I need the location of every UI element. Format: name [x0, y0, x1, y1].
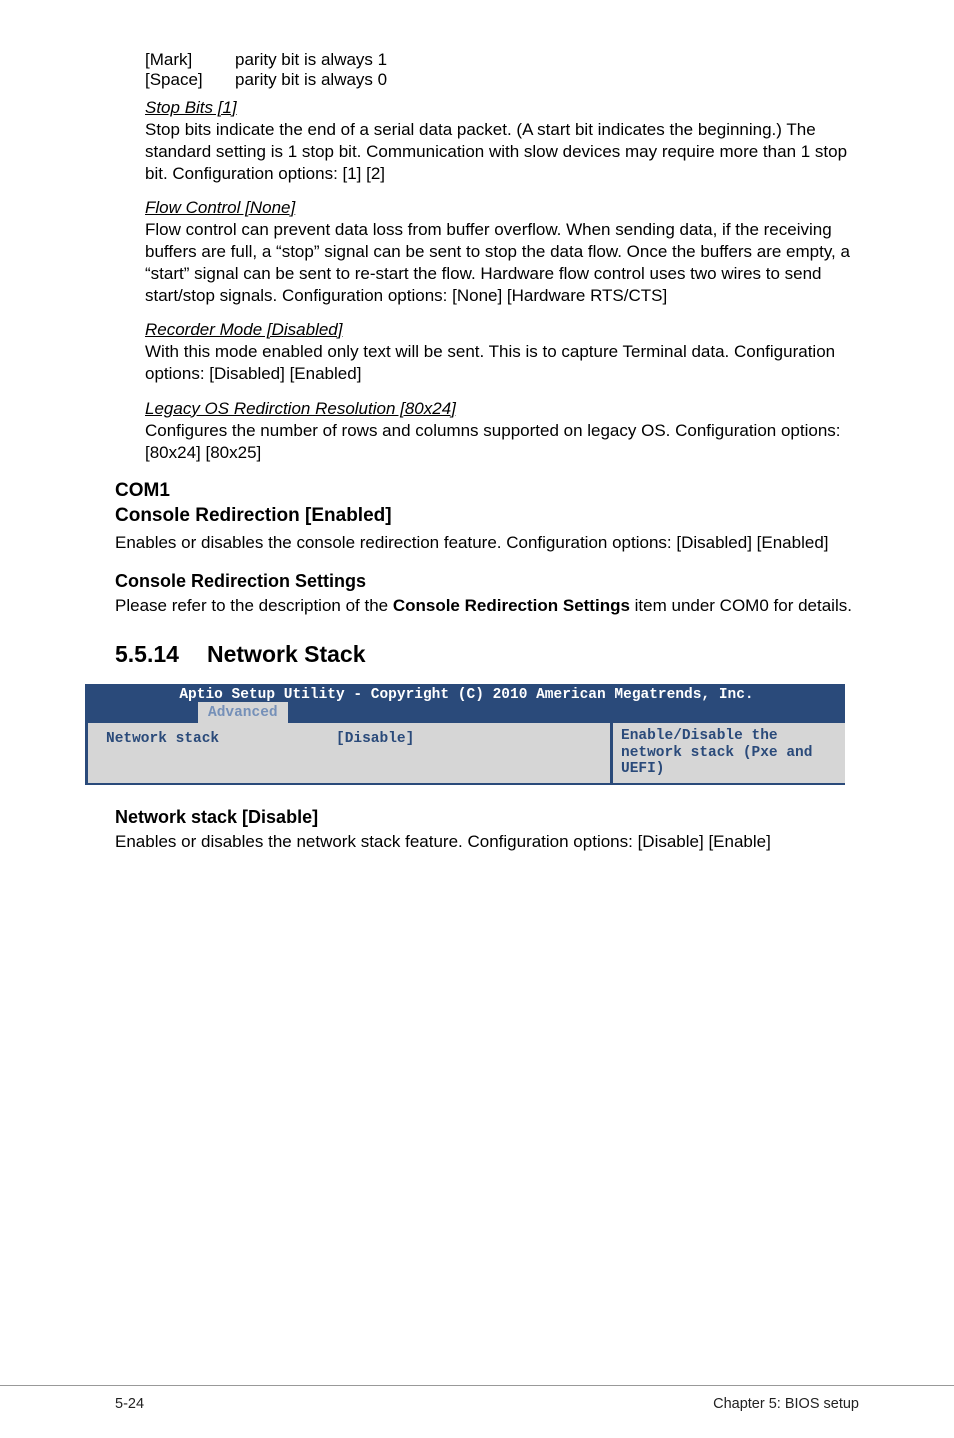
com1-section: COM1 Console Redirection [Enabled] Enabl… [115, 479, 864, 553]
bios-left-pane: Network stack [Disable] [88, 723, 610, 783]
page-footer: 5-24 Chapter 5: BIOS setup [0, 1385, 954, 1412]
definition-row: [Mark] parity bit is always 1 [145, 50, 864, 70]
sub-body: Stop bits indicate the end of a serial d… [145, 119, 864, 184]
sub-item-stop-bits: Stop Bits [1] Stop bits indicate the end… [145, 98, 864, 184]
sub-title: Stop Bits [1] [145, 98, 864, 118]
bios-item-value: [Disable] [336, 731, 414, 777]
com1-body: Enables or disables the console redirect… [115, 532, 864, 554]
def-desc-space: parity bit is always 0 [235, 70, 387, 90]
definition-row: [Space] parity bit is always 0 [145, 70, 864, 90]
crs-body-bold: Console Redirection Settings [393, 596, 630, 615]
sub-item-flow-control: Flow Control [None] Flow control can pre… [145, 198, 864, 306]
network-stack-body: Enables or disables the network stack fe… [115, 831, 864, 853]
sub-title: Flow Control [None] [145, 198, 864, 218]
sub-title: Recorder Mode [Disabled] [145, 320, 864, 340]
heading-console-redirection: Console Redirection [Enabled] [115, 504, 864, 529]
footer-chapter: Chapter 5: BIOS setup [713, 1396, 859, 1412]
section-heading: 5.5.14 Network Stack [115, 641, 864, 668]
definition-list: [Mark] parity bit is always 1 [Space] pa… [145, 50, 864, 90]
sub-item-legacy-os: Legacy OS Redirction Resolution [80x24] … [145, 399, 864, 464]
footer-page-number: 5-24 [115, 1396, 144, 1412]
sub-body: With this mode enabled only text will be… [145, 341, 864, 385]
sub-body: Configures the number of rows and column… [145, 420, 864, 464]
bios-header-text: Aptio Setup Utility - Copyright (C) 2010… [179, 684, 753, 703]
sub-title: Legacy OS Redirction Resolution [80x24] [145, 399, 864, 419]
heading-network-stack: Network stack [Disable] [115, 807, 864, 828]
bios-item-label: Network stack [106, 731, 336, 777]
bios-tab-advanced: Advanced [198, 702, 288, 723]
sub-body: Flow control can prevent data loss from … [145, 219, 864, 306]
bios-tabs-row: Advanced [88, 703, 845, 723]
bios-help-pane: Enable/Disable the network stack (Pxe an… [610, 723, 845, 783]
def-term-mark: [Mark] [145, 50, 235, 70]
crs-body-post: item under COM0 for details. [630, 596, 852, 615]
section-number: 5.5.14 [115, 641, 207, 668]
bios-body: Network stack [Disable] Enable/Disable t… [88, 723, 845, 783]
def-desc-mark: parity bit is always 1 [235, 50, 387, 70]
bios-screenshot: Aptio Setup Utility - Copyright (C) 2010… [85, 684, 845, 785]
heading-console-redirection-settings: Console Redirection Settings [115, 571, 864, 592]
heading-com1: COM1 [115, 479, 864, 504]
sub-item-recorder-mode: Recorder Mode [Disabled] With this mode … [145, 320, 864, 385]
section-title: Network Stack [207, 641, 366, 668]
def-term-space: [Space] [145, 70, 235, 90]
crs-body: Please refer to the description of the C… [115, 595, 864, 617]
bios-header: Aptio Setup Utility - Copyright (C) 2010… [88, 684, 845, 723]
crs-body-pre: Please refer to the description of the [115, 596, 393, 615]
